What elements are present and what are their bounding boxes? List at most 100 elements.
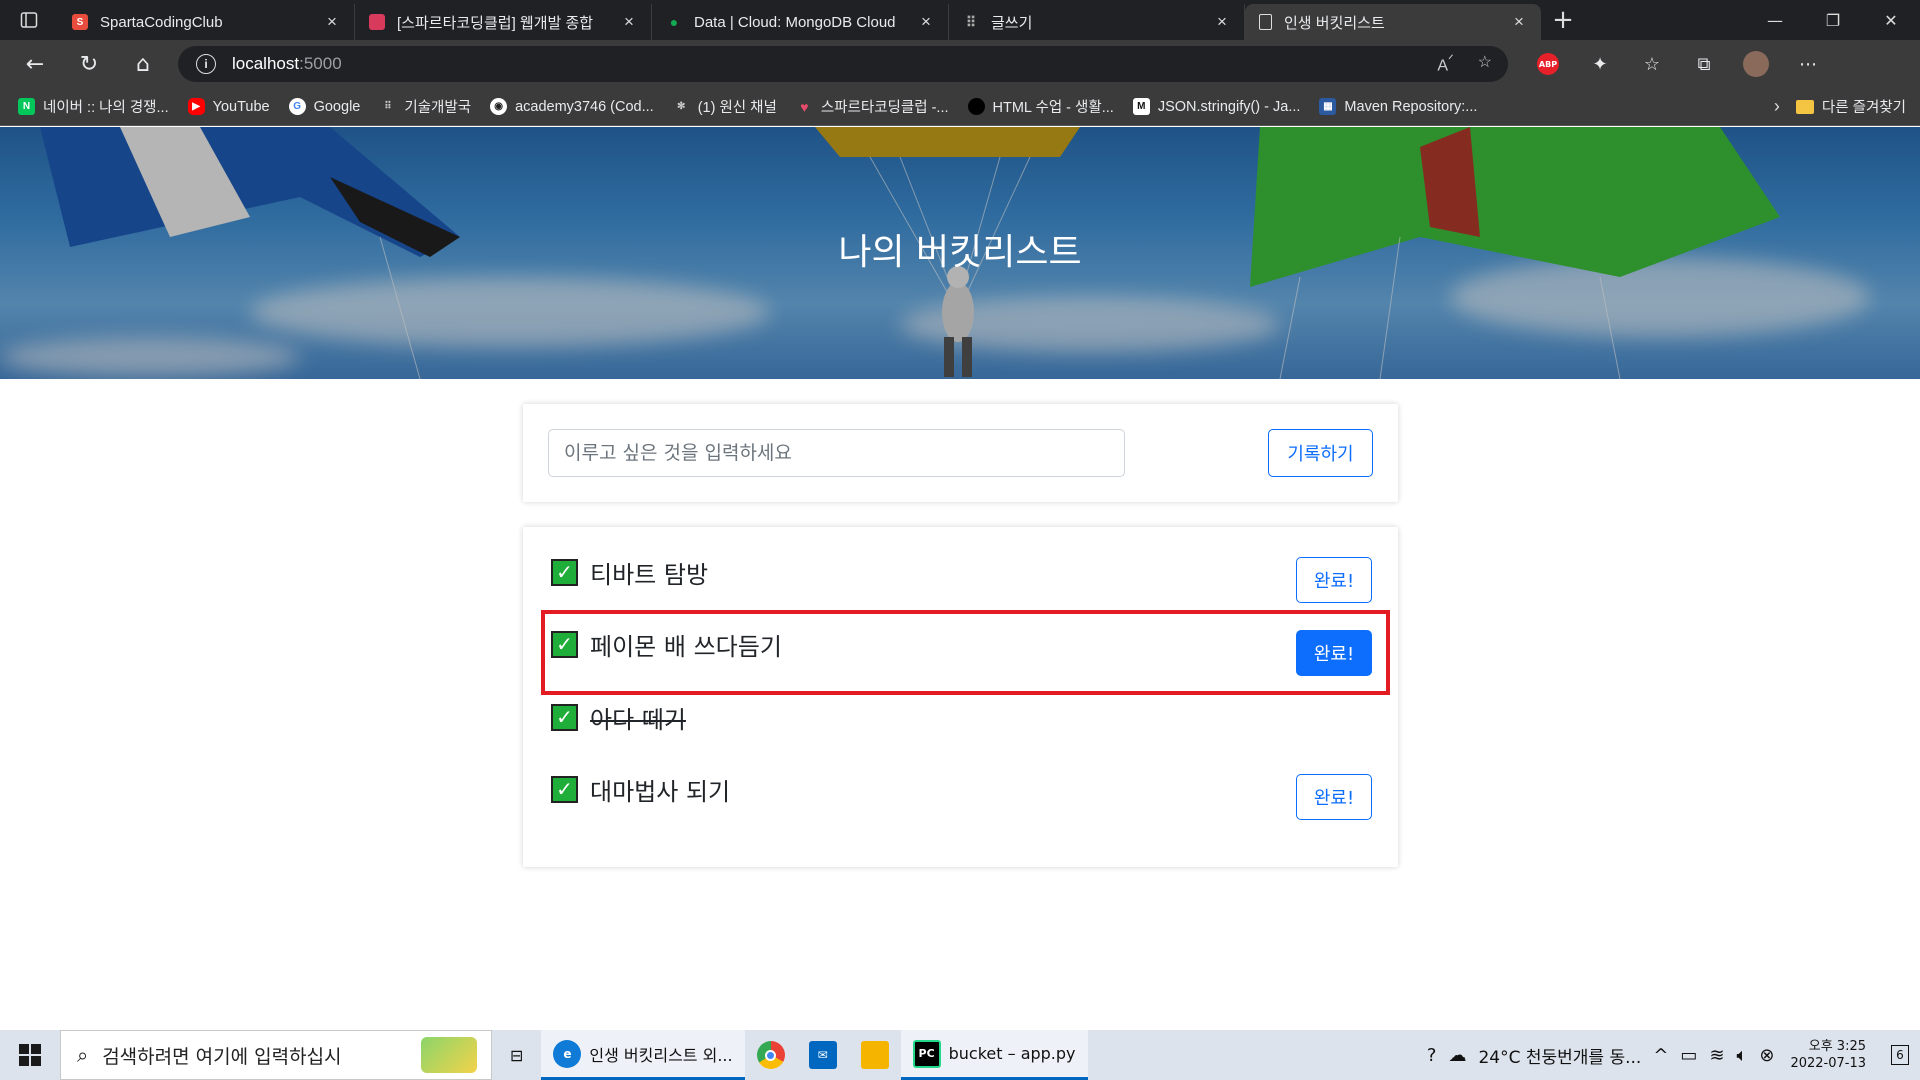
save-button[interactable]: 기록하기	[1268, 429, 1373, 477]
volume-icon[interactable]: 🔈︎	[1737, 1045, 1748, 1066]
extensions-icon[interactable]: ✦	[1574, 40, 1626, 88]
favorites-icon[interactable]: ☆	[1626, 40, 1678, 88]
chevron-right-icon[interactable]: ›	[1774, 96, 1780, 117]
bookmark-html[interactable]: HTML 수업 - 생활...	[967, 96, 1114, 117]
tab-bucketlist[interactable]: 인생 버킷리스트 ×	[1245, 4, 1541, 40]
bookmark-maven[interactable]: ▦ Maven Repository:...	[1319, 98, 1477, 115]
bookmark-label: YouTube	[212, 98, 270, 115]
meet-icon[interactable]: ▭	[1680, 1045, 1697, 1066]
mongodb-leaf-icon: ●	[669, 14, 679, 30]
input-card: 기록하기	[523, 404, 1398, 502]
tab-close-icon[interactable]: ×	[916, 12, 936, 32]
other-bookmarks[interactable]: 다른 즐겨찾기	[1795, 96, 1906, 117]
list-item: ✓ 대마법사 되기	[551, 764, 730, 814]
tab-label: 글쓰기	[991, 14, 1033, 32]
clock[interactable]: 오후 3:25 2022-07-13	[1790, 1038, 1866, 1072]
bookmark-github[interactable]: ◉ academy3746 (Cod...	[490, 98, 654, 115]
bookmark-tech[interactable]: ⠿ 기술개발국	[379, 96, 471, 117]
search-highlight-icon	[421, 1037, 477, 1073]
address-bar-row: ← ↻ ⌂ i localhost:5000 Aᐟ ☆ ABP ✦ ☆ ⧉ ⋯	[0, 40, 1920, 88]
tab-label: SpartaCodingClub	[100, 13, 223, 31]
bookmark-sparta[interactable]: ♥ 스파르타코딩클럽 -...	[796, 96, 949, 117]
bucket-list-card: ✓ 티바트 탐방 완료! ✓ 페이몬 배 쓰다듬기 완료! ✓ 아다 떼기 ✓ …	[523, 527, 1398, 867]
bookmark-youtube[interactable]: ▶ YouTube	[187, 98, 270, 115]
tab-sparta-course[interactable]: [스파르타코딩클럽] 웹개발 종합 ×	[355, 4, 652, 40]
bookmark-genshin[interactable]: ✻ (1) 원신 채널	[673, 96, 777, 117]
read-aloud-icon[interactable]: Aᐟ	[1437, 52, 1453, 75]
tab-actions-icon[interactable]	[0, 0, 58, 40]
back-icon[interactable]: ←	[8, 40, 62, 88]
folder-icon	[860, 1041, 889, 1069]
bookmark-label: 기술개발국	[404, 100, 472, 116]
chevron-up-icon[interactable]: ^	[1653, 1045, 1668, 1066]
refresh-icon[interactable]: ↻	[62, 40, 116, 88]
collections-icon[interactable]: ⧉	[1678, 40, 1730, 88]
input-method-icon[interactable]: ⊗	[1759, 1045, 1774, 1066]
settings-menu-icon[interactable]: ⋯	[1782, 40, 1834, 88]
taskbar-search[interactable]: ⌕ 검색하려면 여기에 입력하십시	[60, 1030, 492, 1080]
search-icon: ⌕	[77, 1043, 89, 1067]
add-favorite-icon[interactable]: ☆	[1478, 52, 1492, 75]
pycharm-icon: PC	[912, 1039, 941, 1068]
tab-write[interactable]: ⠿ 글쓰기 ×	[949, 4, 1245, 40]
checkmark-icon: ✓	[551, 558, 578, 586]
close-window-icon[interactable]: ✕	[1862, 0, 1920, 40]
bookmark-json[interactable]: M JSON.stringify() - Ja...	[1132, 98, 1301, 115]
notification-icon[interactable]: 6	[1880, 1030, 1920, 1080]
site-info-icon[interactable]: i	[196, 54, 216, 74]
highlight-box	[541, 610, 1390, 695]
task-view-icon[interactable]: ⊟	[492, 1030, 541, 1080]
item-text: 티바트 탐방	[590, 560, 709, 589]
done-button[interactable]: 완료!	[1296, 557, 1372, 603]
tab-bar: S SpartaCodingClub × [스파르타코딩클럽] 웹개발 종합 ×…	[0, 0, 1920, 40]
taskbar-app-mail[interactable]: ✉	[797, 1030, 849, 1080]
taskbar-app-explorer[interactable]	[849, 1030, 901, 1080]
tab-mongodb[interactable]: ● Data | Cloud: MongoDB Cloud ×	[652, 4, 949, 40]
windows-start-button[interactable]	[0, 1030, 60, 1080]
new-tab-button[interactable]: +	[1541, 0, 1585, 40]
bookmark-label: academy3746 (Cod...	[515, 98, 654, 115]
item-text: 대마법사 되기	[590, 777, 731, 806]
help-icon[interactable]: ?	[1427, 1045, 1437, 1066]
edge-icon: e	[553, 1039, 582, 1068]
page-title: 나의 버킷리스트	[838, 232, 1082, 273]
url-field[interactable]: i localhost:5000 Aᐟ ☆	[178, 46, 1508, 82]
page-icon	[1259, 14, 1272, 30]
restore-icon[interactable]: ❐	[1804, 0, 1862, 40]
tab-close-icon[interactable]: ×	[1212, 12, 1232, 32]
minimize-icon[interactable]: —	[1746, 0, 1804, 40]
done-button[interactable]: 완료!	[1296, 774, 1372, 820]
taskbar-app-chrome[interactable]	[745, 1030, 797, 1080]
tab-close-icon[interactable]: ×	[1509, 12, 1529, 32]
window-controls: — ❐ ✕	[1746, 0, 1920, 40]
adblock-icon[interactable]: ABP	[1522, 40, 1574, 88]
mdn-icon: M	[1132, 98, 1150, 115]
bookmarks-bar: N 네이버 :: 나의 경쟁... ▶ YouTube G Google ⠿ 기술개발국…	[0, 88, 1920, 126]
url-port: :5000	[299, 54, 342, 73]
profile-avatar[interactable]	[1730, 40, 1782, 88]
bookmark-naver[interactable]: N 네이버 :: 나의 경쟁...	[18, 96, 169, 117]
home-icon[interactable]: ⌂	[116, 40, 170, 88]
dots-icon: ⠿	[384, 101, 392, 112]
bookmark-label: HTML 수업 - 생활...	[992, 100, 1114, 116]
bookmark-label: JSON.stringify() - Ja...	[1157, 98, 1301, 115]
heart-icon: ♥	[800, 98, 809, 115]
list-item: ✓ 티바트 탐방	[551, 547, 708, 597]
taskbar-app-pycharm[interactable]: PC bucket – app.py	[900, 1030, 1088, 1080]
tab-close-icon[interactable]: ×	[619, 12, 639, 32]
wifi-icon[interactable]: ≋	[1709, 1045, 1724, 1066]
bookmark-google[interactable]: G Google	[288, 98, 360, 115]
weather-text[interactable]: 24°C 천둥번개를 동...	[1478, 1043, 1641, 1068]
taskbar-app-edge[interactable]: e 인생 버킷리스트 외...	[541, 1030, 745, 1080]
url-host: localhost	[232, 54, 300, 73]
naver-icon: N	[18, 98, 35, 115]
hero-banner: 나의 버킷리스트	[0, 127, 1920, 379]
checkmark-icon: ✓	[551, 703, 578, 731]
taskbar-app-label: bucket – app.py	[948, 1044, 1076, 1063]
item-text: 아다 떼기	[590, 705, 686, 734]
tab-spartacodingclub[interactable]: S SpartaCodingClub ×	[58, 4, 355, 40]
bucket-input[interactable]	[548, 429, 1125, 477]
tab-close-icon[interactable]: ×	[322, 12, 342, 32]
notification-count: 6	[1891, 1045, 1909, 1065]
bookmark-label: 스파르타코딩클럽 -...	[820, 100, 949, 116]
